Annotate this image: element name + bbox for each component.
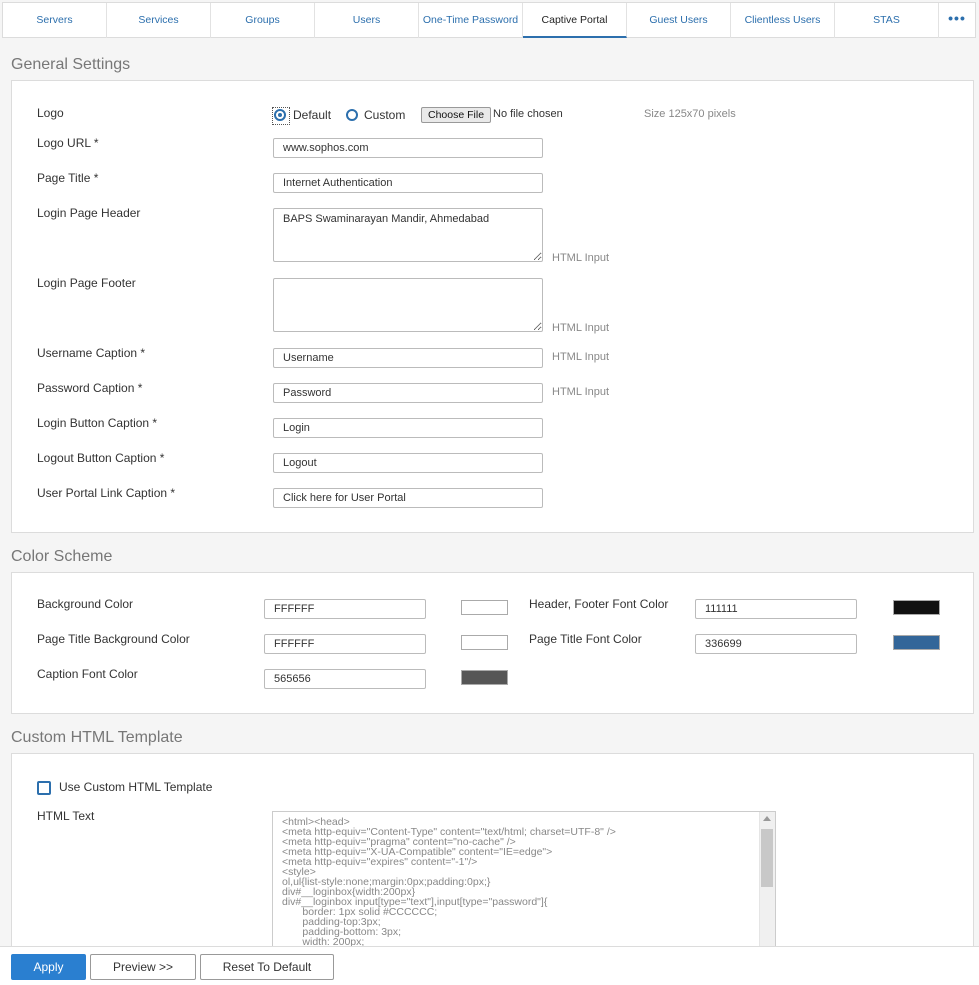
tab-stas[interactable]: STAS: [835, 3, 939, 38]
page-title-font-color-label: Page Title Font Color: [529, 632, 642, 646]
scroll-up-icon[interactable]: [763, 816, 771, 821]
password-caption-label: Password Caption *: [37, 381, 143, 395]
page-title-input[interactable]: [273, 173, 543, 193]
choose-file-button[interactable]: Choose File: [421, 107, 492, 123]
preview-button[interactable]: Preview >>: [90, 954, 196, 980]
login-footer-textarea[interactable]: [273, 278, 543, 332]
html-text-scrollbar[interactable]: [759, 812, 775, 950]
password-caption-hint: HTML Input: [552, 386, 610, 398]
header-footer-font-color-swatch[interactable]: [893, 600, 940, 615]
logo-label: Logo: [37, 106, 64, 120]
caption-font-color-input[interactable]: [264, 669, 426, 689]
caption-font-color-label: Caption Font Color: [37, 667, 138, 681]
background-color-input[interactable]: [264, 599, 426, 619]
page-title-font-color-swatch[interactable]: [893, 635, 940, 650]
login-footer-hint: HTML Input: [552, 322, 610, 334]
scrollbar-thumb[interactable]: [761, 829, 773, 887]
tab-guest-users[interactable]: Guest Users: [627, 3, 731, 38]
more-tabs-icon[interactable]: •••: [939, 3, 975, 38]
html-text-label: HTML Text: [37, 809, 95, 823]
general-settings-title: General Settings: [11, 56, 131, 73]
login-header-label: Login Page Header: [37, 206, 141, 220]
logo-default-label: Default: [293, 108, 332, 122]
page-title-font-color-input[interactable]: [695, 634, 857, 654]
caption-font-color-swatch[interactable]: [461, 670, 508, 685]
html-text-content: <html><head> <meta http-equiv="Content-T…: [282, 816, 616, 948]
tab-groups[interactable]: Groups: [211, 3, 315, 38]
use-custom-html-checkbox[interactable]: [37, 781, 51, 795]
page-title-label: Page Title *: [37, 171, 99, 185]
html-text-area[interactable]: <html><head> <meta http-equiv="Content-T…: [272, 811, 776, 951]
username-caption-hint: HTML Input: [552, 351, 610, 363]
login-header-textarea[interactable]: BAPS Swaminarayan Mandir, Ahmedabad: [273, 208, 543, 262]
password-caption-input[interactable]: [273, 383, 543, 403]
tab-captive-portal[interactable]: Captive Portal: [523, 3, 627, 38]
color-scheme-title: Color Scheme: [11, 548, 113, 565]
tab-servers[interactable]: Servers: [3, 3, 107, 38]
username-caption-label: Username Caption *: [37, 346, 146, 360]
logo-default-radio[interactable]: [274, 109, 286, 121]
header-footer-font-color-input[interactable]: [695, 599, 857, 619]
login-button-caption-input[interactable]: [273, 418, 543, 438]
color-scheme-panel: Background Color Page Title Background C…: [11, 572, 974, 714]
user-portal-link-caption-input[interactable]: [273, 488, 543, 508]
tab-one-time-password[interactable]: One-Time Password: [419, 3, 523, 38]
custom-html-title: Custom HTML Template: [11, 729, 183, 746]
apply-button[interactable]: Apply: [11, 954, 86, 980]
logout-button-caption-input[interactable]: [273, 453, 543, 473]
footer-bar: Apply Preview >> Reset To Default: [0, 946, 979, 985]
logout-button-caption-label: Logout Button Caption *: [37, 451, 165, 465]
page-title-bg-color-input[interactable]: [264, 634, 426, 654]
login-header-hint: HTML Input: [552, 252, 610, 264]
background-color-label: Background Color: [37, 597, 134, 611]
login-footer-label: Login Page Footer: [37, 276, 136, 290]
logo-url-label: Logo URL *: [37, 136, 99, 150]
tab-bar: Servers Services Groups Users One-Time P…: [2, 2, 976, 38]
page-title-bg-color-swatch[interactable]: [461, 635, 508, 650]
tab-services[interactable]: Services: [107, 3, 211, 38]
general-settings-panel: Logo Default Custom Choose File No file …: [11, 80, 974, 533]
login-button-caption-label: Login Button Caption *: [37, 416, 158, 430]
user-portal-link-caption-label: User Portal Link Caption *: [37, 486, 176, 500]
logo-custom-radio[interactable]: [346, 109, 358, 121]
background-color-swatch[interactable]: [461, 600, 508, 615]
logo-size-hint: Size 125x70 pixels: [644, 108, 736, 120]
reset-to-default-button[interactable]: Reset To Default: [200, 954, 334, 980]
username-caption-input[interactable]: [273, 348, 543, 368]
page-title-bg-color-label: Page Title Background Color: [37, 632, 190, 646]
tab-clientless-users[interactable]: Clientless Users: [731, 3, 835, 38]
logo-url-input[interactable]: [273, 138, 543, 158]
no-file-text: No file chosen: [493, 108, 563, 120]
use-custom-html-label: Use Custom HTML Template: [59, 780, 213, 794]
logo-custom-label: Custom: [364, 108, 406, 122]
header-footer-font-color-label: Header, Footer Font Color: [529, 597, 669, 611]
tab-users[interactable]: Users: [315, 3, 419, 38]
